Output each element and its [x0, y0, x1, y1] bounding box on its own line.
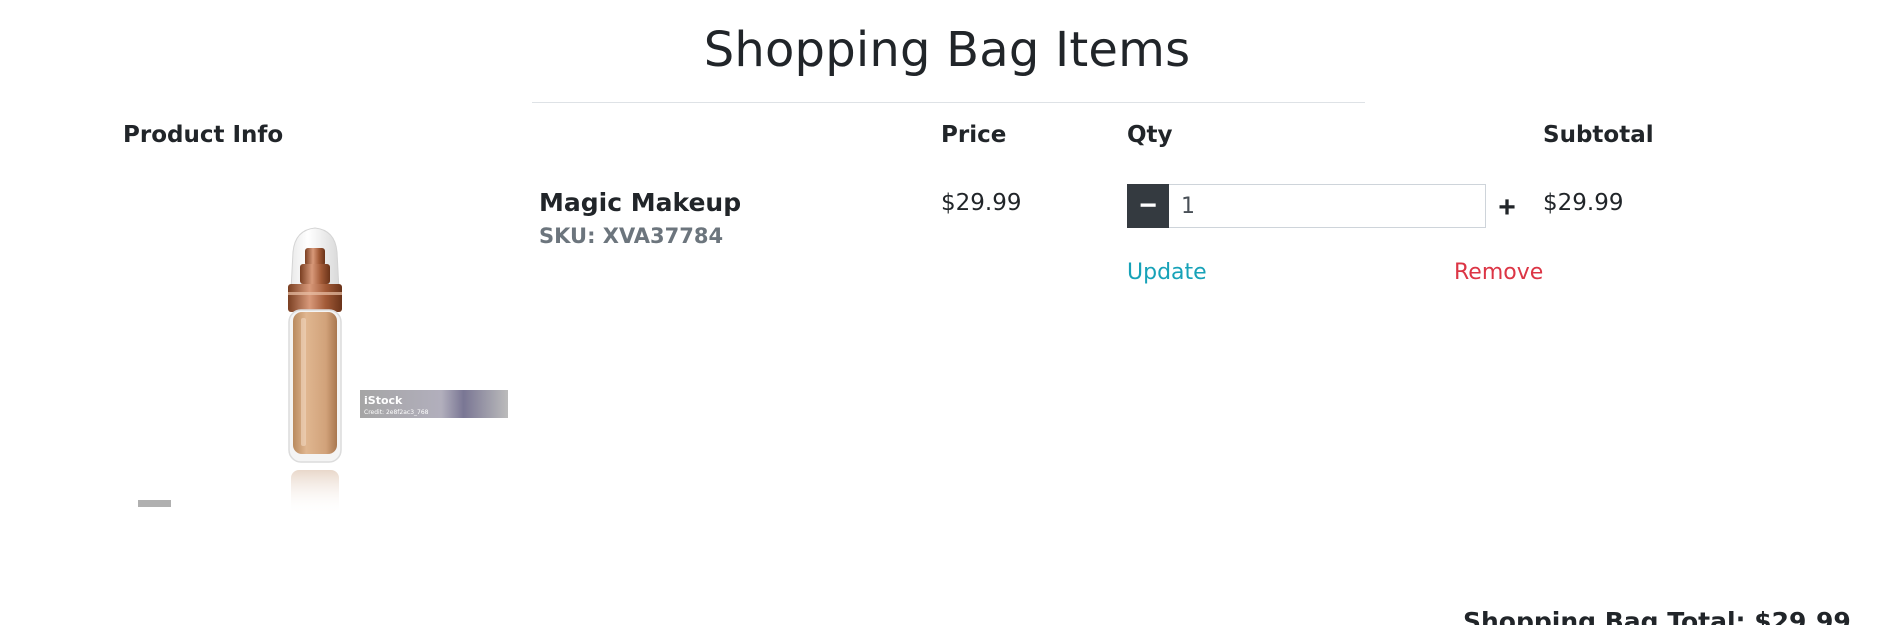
update-link[interactable]: Update	[1127, 258, 1207, 288]
product-subtotal: $29.99	[1543, 190, 1624, 216]
product-name: Magic Makeup	[539, 188, 742, 217]
title-divider	[532, 102, 1365, 103]
decrease-quantity-button[interactable]: −	[1127, 184, 1169, 228]
remove-link[interactable]: Remove	[1454, 258, 1543, 288]
page-title: Shopping Bag Items	[703, 22, 1191, 78]
quantity-input[interactable]	[1169, 184, 1486, 228]
increase-quantity-button[interactable]: +	[1490, 190, 1524, 226]
column-header-subtotal: Subtotal	[1543, 122, 1654, 148]
watermark-text: iStock	[364, 394, 403, 407]
product-price: $29.99	[941, 190, 1022, 216]
product-sku: SKU: XVA37784	[539, 224, 724, 248]
watermark-credit: Credit: 2e8f2ac3_768	[364, 409, 429, 416]
product-image: iStock Credit: 2e8f2ac3_768	[135, 220, 510, 515]
column-header-qty: Qty	[1127, 122, 1173, 148]
column-header-product-info: Product Info	[123, 122, 284, 148]
shopping-bag-total: Shopping Bag Total: $29.99	[1463, 607, 1851, 625]
shopping-bag-page: Shopping Bag Items Product Info Price Qt…	[0, 0, 1894, 625]
column-header-price: Price	[941, 122, 1007, 148]
